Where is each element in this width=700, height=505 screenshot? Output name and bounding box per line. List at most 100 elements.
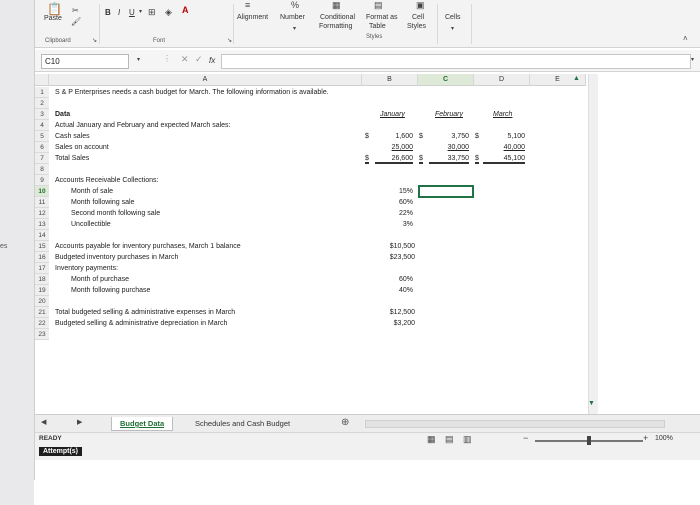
total-sales-january[interactable]: 26,600 xyxy=(375,153,413,164)
row-header[interactable]: 18 xyxy=(35,274,49,285)
ap-balance-value[interactable]: $10,500 xyxy=(365,241,415,252)
sales-on-account-january[interactable]: 25,000 xyxy=(375,142,413,153)
row-header[interactable]: 8 xyxy=(35,164,49,175)
horizontal-scrollbar[interactable] xyxy=(365,420,665,428)
font-color-icon[interactable]: A xyxy=(182,5,189,15)
collapse-ribbon-icon[interactable]: ˄ xyxy=(683,34,688,43)
format-as-table-button[interactable]: Format as xyxy=(366,14,398,21)
sales-on-account-february[interactable]: 30,000 xyxy=(429,142,469,153)
chevron-down-icon[interactable]: ▾ xyxy=(451,25,454,32)
row-header[interactable]: 1 xyxy=(35,87,49,98)
total-sales-february[interactable]: 33,750 xyxy=(429,153,469,164)
format-as-table-icon[interactable]: ▤ xyxy=(374,0,383,11)
inventory-payments-label[interactable]: Inventory payments: xyxy=(55,263,118,274)
month-of-purchase-label[interactable]: Month of purchase xyxy=(71,274,129,285)
normal-view-icon[interactable]: ▦ xyxy=(427,434,436,445)
attempts-badge[interactable]: Attempt(s) xyxy=(39,447,82,456)
fx-icon[interactable]: fx xyxy=(209,56,215,65)
add-sheet-icon[interactable]: ⊕ xyxy=(341,417,349,428)
zoom-slider-knob[interactable] xyxy=(587,436,591,445)
page-layout-view-icon[interactable]: ▤ xyxy=(445,434,454,445)
col-header-b[interactable]: B xyxy=(362,74,418,86)
month-of-purchase-value[interactable]: 60% xyxy=(365,274,413,285)
select-all-corner[interactable] xyxy=(35,74,49,86)
sga-depreciation-value[interactable]: $3,200 xyxy=(365,318,415,329)
row-header[interactable]: 5 xyxy=(35,131,49,142)
row-header[interactable]: 16 xyxy=(35,252,49,263)
col-header-d[interactable]: D xyxy=(474,74,530,86)
paste-button[interactable]: Paste xyxy=(44,15,62,22)
sga-depreciation-label[interactable]: Budgeted selling & administrative deprec… xyxy=(55,318,227,329)
formatting-label[interactable]: Formatting xyxy=(319,23,352,30)
header-march[interactable]: March xyxy=(493,109,512,120)
paste-icon[interactable]: 📋 xyxy=(47,2,62,16)
conditional-formatting-button[interactable]: Conditional xyxy=(320,14,355,21)
expand-formula-icon[interactable]: ▾ xyxy=(691,56,694,63)
tab-scroll-left-icon[interactable]: ◀ xyxy=(41,418,46,426)
total-sga-label[interactable]: Total budgeted selling & administrative … xyxy=(55,307,235,318)
styles-label[interactable]: Styles xyxy=(407,23,426,30)
dialog-launcher-icon[interactable]: ↘ xyxy=(92,37,97,44)
page-break-view-icon[interactable]: ▥ xyxy=(463,434,472,445)
budgeted-inventory-label[interactable]: Budgeted inventory purchases in March xyxy=(55,252,178,263)
ar-item-label[interactable]: Uncollectible xyxy=(71,219,111,230)
font-dialog-launcher-icon[interactable]: ↘ xyxy=(227,37,232,44)
selected-cell-c10[interactable] xyxy=(418,185,474,198)
total-sales-label[interactable]: Total Sales xyxy=(55,153,89,164)
bold-button[interactable]: B xyxy=(105,8,111,17)
cancel-icon[interactable]: ✕ xyxy=(181,54,189,65)
scroll-down-icon[interactable]: ▼ xyxy=(588,400,595,407)
col-header-a[interactable]: A xyxy=(49,74,362,86)
zoom-in-icon[interactable]: + xyxy=(643,433,648,443)
cell-styles-button[interactable]: Cell xyxy=(412,14,424,21)
table-label[interactable]: Table xyxy=(369,23,386,30)
ap-balance-label[interactable]: Accounts payable for inventory purchases… xyxy=(55,241,241,252)
name-box[interactable]: C10 xyxy=(41,54,129,69)
sales-on-account-march[interactable]: 40,000 xyxy=(483,142,525,153)
budgeted-inventory-value[interactable]: $23,500 xyxy=(365,252,415,263)
cash-sales-march[interactable]: 5,100 xyxy=(483,131,525,142)
ar-collections-title[interactable]: Accounts Receivable Collections: xyxy=(55,175,159,186)
sheet-title[interactable]: S & P Enterprises needs a cash budget fo… xyxy=(55,87,329,98)
row-header[interactable]: 3 xyxy=(35,109,49,120)
tab-budget-data[interactable]: Budget Data xyxy=(111,417,174,431)
ar-item-label[interactable]: Month of sale xyxy=(71,186,113,197)
ar-item-value[interactable]: 60% xyxy=(365,197,413,208)
cut-icon[interactable]: ✂ xyxy=(72,6,79,15)
vertical-scrollbar[interactable] xyxy=(588,74,598,414)
row-header[interactable]: 19 xyxy=(35,285,49,296)
total-sga-value[interactable]: $12,500 xyxy=(365,307,415,318)
row-header[interactable]: 17 xyxy=(35,263,49,274)
ar-item-label[interactable]: Second month following sale xyxy=(71,208,160,219)
header-february[interactable]: February xyxy=(435,109,463,120)
row-header[interactable]: 21 xyxy=(35,307,49,318)
ar-item-value[interactable]: 3% xyxy=(365,219,413,230)
ar-item-value[interactable]: 22% xyxy=(365,208,413,219)
alignment-button[interactable]: Alignment xyxy=(237,14,268,21)
format-painter-icon[interactable]: 🖌 xyxy=(71,17,81,26)
sales-on-account-label[interactable]: Sales on account xyxy=(55,142,109,153)
row-header[interactable]: 2 xyxy=(35,98,49,109)
row-header[interactable]: 23 xyxy=(35,329,49,340)
formula-input[interactable] xyxy=(221,54,691,69)
cash-sales-label[interactable]: Cash sales xyxy=(55,131,90,142)
tab-schedules-cash-budget[interactable]: Schedules and Cash Budget xyxy=(187,417,298,431)
number-format-icon[interactable]: % xyxy=(291,0,299,10)
header-january[interactable]: January xyxy=(380,109,405,120)
cash-sales-february[interactable]: 3,750 xyxy=(429,131,469,142)
row-header[interactable]: 9 xyxy=(35,175,49,186)
scroll-up-icon[interactable]: ▲ xyxy=(573,75,580,82)
row-header[interactable]: 12 xyxy=(35,208,49,219)
actual-sales-label[interactable]: Actual January and February and expected… xyxy=(55,120,231,131)
ar-item-value[interactable]: 15% xyxy=(365,186,413,197)
number-button[interactable]: Number xyxy=(280,14,305,21)
row-header[interactable]: 7 xyxy=(35,153,49,164)
zoom-level[interactable]: 100% xyxy=(655,435,673,442)
name-box-dropdown-icon[interactable]: ▾ xyxy=(137,56,140,63)
row-header[interactable]: 6 xyxy=(35,142,49,153)
underline-button[interactable]: U xyxy=(129,8,135,17)
enter-icon[interactable]: ✓ xyxy=(195,54,203,65)
chevron-down-icon[interactable]: ▾ xyxy=(293,25,296,32)
alignment-icon[interactable]: ≡ xyxy=(245,0,250,10)
row-header[interactable]: 14 xyxy=(35,230,49,241)
